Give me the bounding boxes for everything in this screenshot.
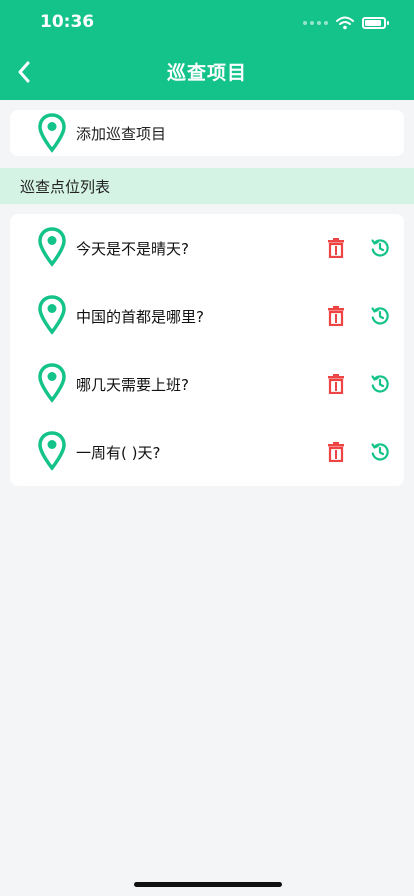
app-header: 10:36 巡查项目 bbox=[0, 0, 414, 100]
list-item[interactable]: 一周有( )天? bbox=[10, 418, 404, 486]
trash-icon bbox=[328, 442, 344, 462]
list-item-text: 中国的首都是哪里? bbox=[76, 308, 204, 326]
list-item[interactable]: 中国的首都是哪里? bbox=[10, 282, 404, 350]
status-indicators bbox=[303, 16, 389, 30]
section-title: 巡查点位列表 bbox=[0, 168, 414, 204]
history-icon bbox=[371, 239, 389, 257]
reset-button[interactable] bbox=[368, 372, 392, 396]
add-inspection-item-button[interactable]: 添加巡查项目 bbox=[10, 110, 404, 156]
history-icon bbox=[371, 443, 389, 461]
page-title: 巡查项目 bbox=[166, 62, 247, 84]
delete-button[interactable] bbox=[324, 304, 348, 328]
list-item-text: 哪几天需要上班? bbox=[76, 376, 189, 394]
list-item-text: 今天是不是晴天? bbox=[76, 240, 189, 258]
list-item[interactable]: 今天是不是晴天? bbox=[10, 214, 404, 282]
list-item-text: 一周有( )天? bbox=[76, 444, 161, 462]
location-pin-icon bbox=[38, 431, 66, 471]
delete-button[interactable] bbox=[324, 440, 348, 464]
reset-button[interactable] bbox=[368, 236, 392, 260]
list-item[interactable]: 哪几天需要上班? bbox=[10, 350, 404, 418]
reset-button[interactable] bbox=[368, 440, 392, 464]
history-icon bbox=[371, 375, 389, 393]
history-icon bbox=[371, 307, 389, 325]
wifi-icon bbox=[336, 16, 354, 30]
signal-icon bbox=[303, 21, 328, 25]
trash-icon bbox=[328, 238, 344, 258]
location-pin-icon bbox=[38, 227, 66, 267]
reset-button[interactable] bbox=[368, 304, 392, 328]
add-item-label: 添加巡查项目 bbox=[76, 124, 167, 143]
delete-button[interactable] bbox=[324, 236, 348, 260]
inspection-point-list: 今天是不是晴天? 中国的首都是哪里? 哪几天需要上班? 一周有()天? bbox=[10, 214, 404, 486]
trash-icon bbox=[328, 306, 344, 326]
status-time: 10:36 bbox=[40, 12, 95, 32]
location-pin-icon bbox=[38, 113, 66, 153]
battery-icon bbox=[362, 17, 389, 29]
location-pin-icon bbox=[38, 363, 66, 403]
delete-button[interactable] bbox=[324, 372, 348, 396]
location-pin-icon bbox=[38, 295, 66, 335]
home-indicator[interactable] bbox=[134, 882, 282, 887]
trash-icon bbox=[328, 374, 344, 394]
